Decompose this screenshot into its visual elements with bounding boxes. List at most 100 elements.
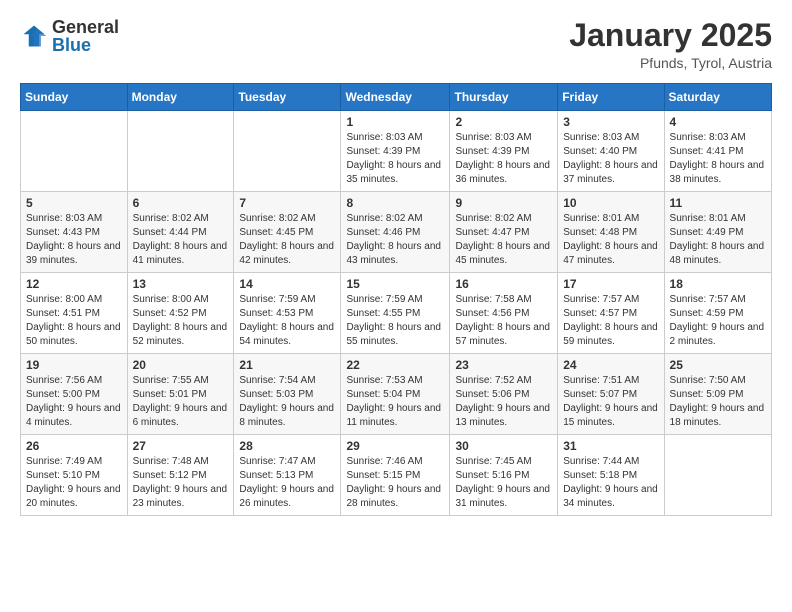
day-info: Sunrise: 7:53 AMSunset: 5:04 PMDaylight:…	[346, 374, 444, 430]
day-info: Sunrise: 7:55 AMSunset: 5:01 PMDaylight:…	[133, 374, 229, 430]
table-row: 29 Sunrise: 7:46 AMSunset: 5:15 PMDayligh…	[341, 435, 450, 516]
day-number: 10	[563, 196, 658, 210]
table-row: 22Sunrise: 7:53 AMSunset: 5:04 PMDayligh…	[341, 354, 450, 435]
day-number: 8	[346, 196, 444, 210]
table-row: 9 Sunrise: 8:02 AMSunset: 4:47 PMDaylight…	[450, 192, 558, 273]
day-info: Sunrise: 8:03 AMSunset: 4:41 PMDaylight:…	[670, 131, 766, 187]
day-number: 13	[133, 277, 229, 291]
day-info: Sunrise: 7:47 AMSunset: 5:13 PMDaylight:…	[239, 455, 335, 511]
day-info: Sunrise: 8:00 AMSunset: 4:51 PMDaylight:…	[26, 293, 122, 349]
day-info: Sunrise: 8:02 AMSunset: 4:44 PMDaylight:…	[133, 212, 229, 268]
day-info: Sunrise: 7:58 AMSunset: 4:56 PMDaylight:…	[455, 293, 552, 349]
table-row: 31 Sunrise: 7:44 AMSunset: 5:18 PMDayligh…	[558, 435, 664, 516]
table-row: 11 Sunrise: 8:01 AMSunset: 4:49 PMDayligh…	[664, 192, 771, 273]
day-info: Sunrise: 8:01 AMSunset: 4:48 PMDaylight:…	[563, 212, 658, 268]
header-saturday: Saturday	[664, 84, 771, 111]
day-number: 11	[670, 196, 766, 210]
calendar-week-row: 1Sunrise: 8:03 AMSunset: 4:39 PMDaylight…	[21, 111, 772, 192]
calendar-week-row: 12 Sunrise: 8:00 AMSunset: 4:51 PMDayligh…	[21, 273, 772, 354]
logo: General Blue	[20, 18, 119, 54]
day-info: Sunrise: 7:56 AMSunset: 5:00 PMDaylight:…	[26, 374, 122, 430]
day-number: 17	[563, 277, 658, 291]
table-row: 6 Sunrise: 8:02 AMSunset: 4:44 PMDaylight…	[127, 192, 234, 273]
day-info: Sunrise: 7:59 AMSunset: 4:55 PMDaylight:…	[346, 293, 444, 349]
day-info: Sunrise: 7:50 AMSunset: 5:09 PMDaylight:…	[670, 374, 766, 430]
day-number: 20	[133, 358, 229, 372]
day-info: Sunrise: 7:49 AMSunset: 5:10 PMDaylight:…	[26, 455, 122, 511]
table-row: 23Sunrise: 7:52 AMSunset: 5:06 PMDayligh…	[450, 354, 558, 435]
day-number: 16	[455, 277, 552, 291]
day-number: 24	[563, 358, 658, 372]
logo-blue-text: Blue	[52, 36, 119, 54]
day-number: 15	[346, 277, 444, 291]
table-row: 16 Sunrise: 7:58 AMSunset: 4:56 PMDayligh…	[450, 273, 558, 354]
day-info: Sunrise: 8:03 AMSunset: 4:43 PMDaylight:…	[26, 212, 122, 268]
table-row: 28 Sunrise: 7:47 AMSunset: 5:13 PMDayligh…	[234, 435, 341, 516]
day-info: Sunrise: 8:02 AMSunset: 4:47 PMDaylight:…	[455, 212, 552, 268]
calendar-week-row: 26Sunrise: 7:49 AMSunset: 5:10 PMDayligh…	[21, 435, 772, 516]
table-row: 26Sunrise: 7:49 AMSunset: 5:10 PMDayligh…	[21, 435, 128, 516]
table-row: 20 Sunrise: 7:55 AMSunset: 5:01 PMDayligh…	[127, 354, 234, 435]
day-number: 4	[670, 115, 766, 129]
calendar-week-row: 19 Sunrise: 7:56 AMSunset: 5:00 PMDayligh…	[21, 354, 772, 435]
logo-text: General Blue	[52, 18, 119, 54]
day-number: 28	[239, 439, 335, 453]
header-monday: Monday	[127, 84, 234, 111]
table-row: 19 Sunrise: 7:56 AMSunset: 5:00 PMDayligh…	[21, 354, 128, 435]
table-row: 30Sunrise: 7:45 AMSunset: 5:16 PMDayligh…	[450, 435, 558, 516]
header-sunday: Sunday	[21, 84, 128, 111]
day-info: Sunrise: 8:01 AMSunset: 4:49 PMDaylight:…	[670, 212, 766, 268]
day-number: 29	[346, 439, 444, 453]
day-info: Sunrise: 8:00 AMSunset: 4:52 PMDaylight:…	[133, 293, 229, 349]
table-row: 12 Sunrise: 8:00 AMSunset: 4:51 PMDayligh…	[21, 273, 128, 354]
logo-general-text: General	[52, 18, 119, 36]
table-row: 2 Sunrise: 8:03 AMSunset: 4:39 PMDaylight…	[450, 111, 558, 192]
calendar-body: 1Sunrise: 8:03 AMSunset: 4:39 PMDaylight…	[21, 111, 772, 516]
table-row	[21, 111, 128, 192]
table-row: 15 Sunrise: 7:59 AMSunset: 4:55 PMDayligh…	[341, 273, 450, 354]
table-row	[127, 111, 234, 192]
day-number: 14	[239, 277, 335, 291]
table-row: 17 Sunrise: 7:57 AMSunset: 4:57 PMDayligh…	[558, 273, 664, 354]
title-block: January 2025 Pfunds, Tyrol, Austria	[569, 18, 772, 71]
table-row: 21 Sunrise: 7:54 AMSunset: 5:03 PMDayligh…	[234, 354, 341, 435]
table-row: 5 Sunrise: 8:03 AMSunset: 4:43 PMDaylight…	[21, 192, 128, 273]
calendar-subtitle: Pfunds, Tyrol, Austria	[569, 55, 772, 71]
table-row: 8 Sunrise: 8:02 AMSunset: 4:46 PMDaylight…	[341, 192, 450, 273]
day-number: 3	[563, 115, 658, 129]
day-info: Sunrise: 7:44 AMSunset: 5:18 PMDaylight:…	[563, 455, 658, 511]
weekday-header-row: Sunday Monday Tuesday Wednesday Thursday…	[21, 84, 772, 111]
day-info: Sunrise: 7:46 AMSunset: 5:15 PMDaylight:…	[346, 455, 444, 511]
day-number: 23	[455, 358, 552, 372]
table-row	[234, 111, 341, 192]
page: General Blue January 2025 Pfunds, Tyrol,…	[0, 0, 792, 612]
day-number: 9	[455, 196, 552, 210]
day-info: Sunrise: 8:03 AMSunset: 4:40 PMDaylight:…	[563, 131, 658, 187]
day-number: 12	[26, 277, 122, 291]
day-info: Sunrise: 7:45 AMSunset: 5:16 PMDaylight:…	[455, 455, 552, 511]
day-info: Sunrise: 7:51 AMSunset: 5:07 PMDaylight:…	[563, 374, 658, 430]
day-info: Sunrise: 8:03 AMSunset: 4:39 PMDaylight:…	[455, 131, 552, 187]
header-friday: Friday	[558, 84, 664, 111]
logo-icon	[20, 22, 48, 50]
header-tuesday: Tuesday	[234, 84, 341, 111]
day-number: 2	[455, 115, 552, 129]
day-number: 25	[670, 358, 766, 372]
day-number: 5	[26, 196, 122, 210]
day-info: Sunrise: 7:57 AMSunset: 4:59 PMDaylight:…	[670, 293, 766, 349]
table-row: 3 Sunrise: 8:03 AMSunset: 4:40 PMDaylight…	[558, 111, 664, 192]
table-row: 14 Sunrise: 7:59 AMSunset: 4:53 PMDayligh…	[234, 273, 341, 354]
day-number: 31	[563, 439, 658, 453]
day-number: 21	[239, 358, 335, 372]
table-row: 25 Sunrise: 7:50 AMSunset: 5:09 PMDayligh…	[664, 354, 771, 435]
day-number: 19	[26, 358, 122, 372]
day-info: Sunrise: 7:57 AMSunset: 4:57 PMDaylight:…	[563, 293, 658, 349]
day-info: Sunrise: 7:59 AMSunset: 4:53 PMDaylight:…	[239, 293, 335, 349]
day-info: Sunrise: 7:54 AMSunset: 5:03 PMDaylight:…	[239, 374, 335, 430]
table-row: 4 Sunrise: 8:03 AMSunset: 4:41 PMDaylight…	[664, 111, 771, 192]
header-wednesday: Wednesday	[341, 84, 450, 111]
table-row: 24 Sunrise: 7:51 AMSunset: 5:07 PMDayligh…	[558, 354, 664, 435]
day-number: 6	[133, 196, 229, 210]
day-info: Sunrise: 8:02 AMSunset: 4:46 PMDaylight:…	[346, 212, 444, 268]
table-row: 10 Sunrise: 8:01 AMSunset: 4:48 PMDayligh…	[558, 192, 664, 273]
